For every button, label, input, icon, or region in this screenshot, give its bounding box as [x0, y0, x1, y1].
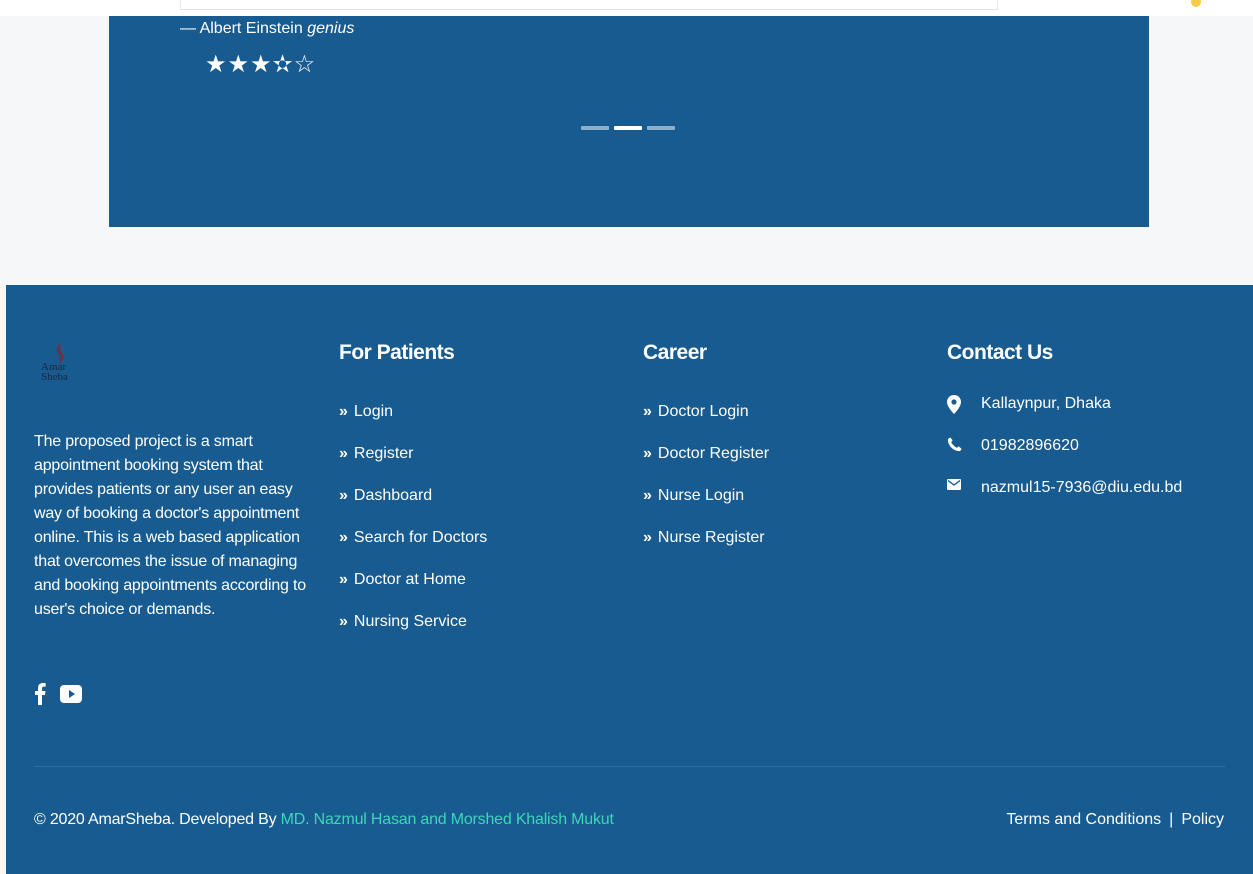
- chevron-double-right-icon: »: [339, 403, 348, 420]
- star-rating: ★★★✫☆: [205, 51, 317, 78]
- chevron-double-right-icon: »: [643, 529, 652, 546]
- legal-links: Terms and Conditions | Policy: [1006, 811, 1224, 829]
- notification-dot: [1191, 0, 1201, 7]
- footer-link-doctor-login[interactable]: » Doctor Login: [643, 403, 769, 445]
- facebook-icon[interactable]: [34, 683, 46, 705]
- footer-link-nurse-login[interactable]: » Nurse Login: [643, 487, 769, 529]
- site-footer: Amar Sheba The proposed project is a sma…: [6, 285, 1253, 874]
- contact-address: Kallaynpur, Dhaka: [947, 395, 1182, 437]
- chevron-double-right-icon: »: [339, 529, 348, 546]
- footer-link-dashboard[interactable]: » Dashboard: [339, 487, 487, 529]
- about-text: The proposed project is a smart appointm…: [34, 433, 306, 618]
- chevron-double-right-icon: »: [643, 445, 652, 462]
- search-bar-edge[interactable]: [180, 0, 998, 10]
- carousel-dot-3[interactable]: [647, 126, 675, 130]
- footer-link-nurse-register[interactable]: » Nurse Register: [643, 529, 769, 571]
- logo-text: Amar Sheba: [41, 361, 68, 383]
- chevron-double-right-icon: »: [643, 487, 652, 504]
- testimonial-author-name: — Albert Einstein: [180, 20, 303, 37]
- carousel-dot-2[interactable]: [614, 126, 642, 130]
- browser-top-strip: [0, 0, 1253, 16]
- amarsheba-logo[interactable]: Amar Sheba: [36, 340, 88, 396]
- testimonial-author: — Albert Einstein genius: [180, 20, 354, 38]
- patients-heading: For Patients: [339, 341, 455, 364]
- chevron-double-right-icon: »: [643, 403, 652, 420]
- footer-link-login[interactable]: » Login: [339, 403, 487, 445]
- footer-link-nursing-service[interactable]: » Nursing Service: [339, 613, 487, 655]
- career-heading: Career: [643, 341, 707, 364]
- contact-heading: Contact Us: [947, 341, 1053, 364]
- chevron-double-right-icon: »: [339, 445, 348, 462]
- carousel-indicators: [581, 126, 675, 130]
- contact-phone[interactable]: 01982896620: [947, 437, 1182, 479]
- map-marker-icon: [947, 395, 961, 414]
- contact-email[interactable]: nazmul15-7936@diu.edu.bd: [947, 479, 1182, 521]
- footer-link-register[interactable]: » Register: [339, 445, 487, 487]
- carousel-dot-1[interactable]: [581, 126, 609, 130]
- contact-column: Contact Us Kallaynpur, Dhaka 01982896620…: [947, 341, 1182, 521]
- youtube-icon[interactable]: [60, 685, 82, 703]
- footer-divider: [34, 766, 1225, 767]
- developer-credit-link[interactable]: MD. Nazmul Hasan and Morshed Khalish Muk…: [281, 811, 614, 828]
- policy-link[interactable]: Policy: [1181, 811, 1224, 828]
- chevron-double-right-icon: »: [339, 487, 348, 504]
- patients-column: For Patients » Login » Register » Dashboard…: [339, 341, 487, 655]
- testimonial-author-role: genius: [307, 20, 355, 37]
- envelope-icon: [947, 479, 961, 490]
- chevron-double-right-icon: »: [339, 613, 348, 630]
- phone-icon: [947, 437, 962, 452]
- footer-link-doctor-register[interactable]: » Doctor Register: [643, 445, 769, 487]
- career-column: Career » Doctor Login » Doctor Register » N…: [643, 341, 769, 571]
- testimonial-carousel: — Albert Einstein genius ★★★✫☆: [109, 16, 1149, 227]
- legal-separator: |: [1169, 811, 1174, 828]
- terms-link[interactable]: Terms and Conditions: [1006, 811, 1161, 828]
- footer-link-doctor-at-home[interactable]: » Doctor at Home: [339, 571, 487, 613]
- footer-link-search-doctors[interactable]: » Search for Doctors: [339, 529, 487, 571]
- copyright-text: © 2020 AmarSheba. Developed By MD. Nazmu…: [34, 811, 614, 828]
- social-links: [34, 683, 82, 705]
- chevron-double-right-icon: »: [339, 571, 348, 588]
